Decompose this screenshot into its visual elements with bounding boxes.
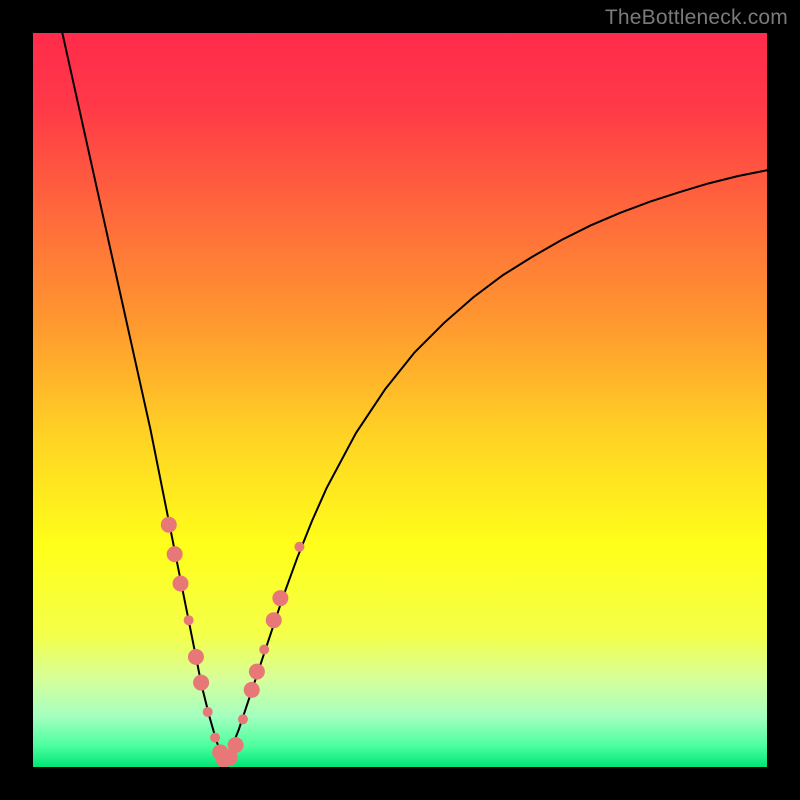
data-marker [249, 664, 265, 680]
chart-frame: TheBottleneck.com [0, 0, 800, 800]
chart-svg [33, 33, 767, 767]
data-marker [188, 649, 204, 665]
plot-area [33, 33, 767, 767]
data-marker [244, 682, 260, 698]
data-marker [184, 615, 194, 625]
watermark-text: TheBottleneck.com [605, 6, 788, 30]
data-marker [193, 675, 209, 691]
data-marker [167, 546, 183, 562]
data-marker [161, 517, 177, 533]
data-marker [259, 645, 269, 655]
data-marker [203, 707, 213, 717]
data-marker [228, 737, 244, 753]
data-marker [294, 542, 304, 552]
data-marker [272, 590, 288, 606]
data-marker [266, 612, 282, 628]
data-marker [238, 714, 248, 724]
data-marker [210, 733, 220, 743]
data-marker [173, 576, 189, 592]
